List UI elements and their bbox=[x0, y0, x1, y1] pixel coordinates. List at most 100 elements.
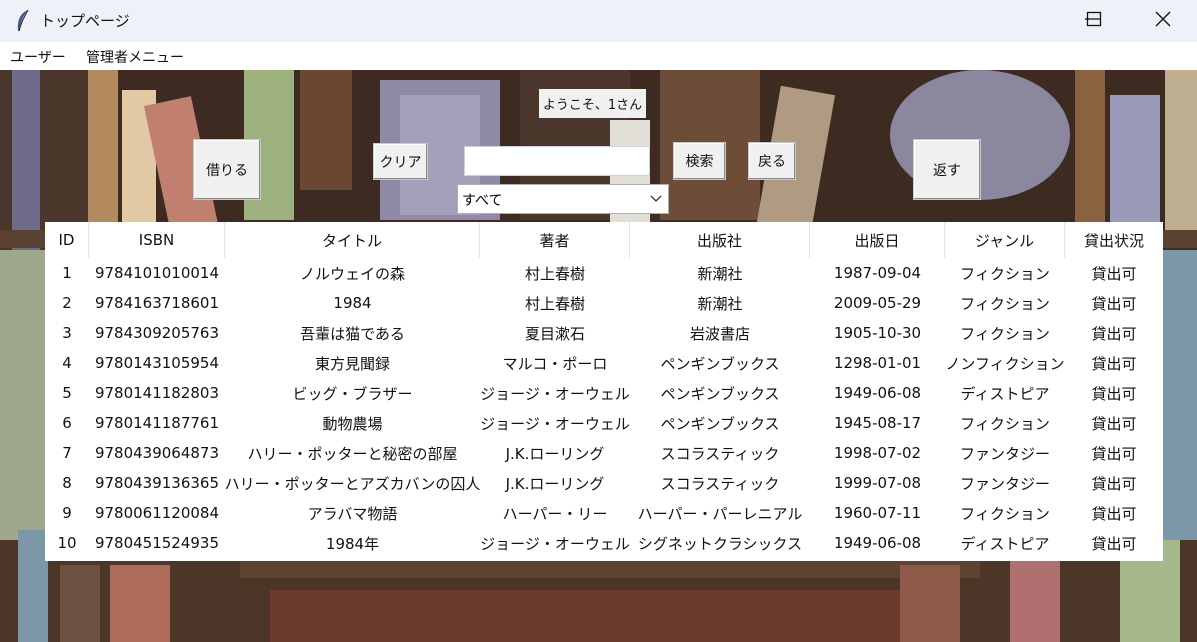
table-row[interactable]: 5 9780141182803 ビッグ・ブラザー ジョージ・オーウェル ペンギンブックス… bbox=[45, 378, 1163, 408]
column-header-date[interactable]: 出版日 bbox=[810, 222, 945, 258]
column-header-id[interactable]: ID bbox=[45, 222, 89, 258]
table-cell: 9 bbox=[62, 504, 72, 522]
table-cell: ジョージ・オーウェル bbox=[480, 534, 630, 553]
search-button[interactable]: 検索 bbox=[673, 142, 726, 180]
table-row[interactable]: 7 9780439064873 ハリー・ポッターと秘密の部屋 J.K.ローリング スコラ… bbox=[45, 438, 1163, 468]
table-cell: フィクション bbox=[960, 324, 1050, 343]
table-cell: 東方見聞録 bbox=[314, 354, 390, 373]
table-cell: 村上春樹 bbox=[524, 264, 585, 283]
table-cell: 10 bbox=[57, 534, 77, 552]
column-header-genre[interactable]: ジャンル bbox=[945, 222, 1065, 258]
table-cell: 4 bbox=[62, 354, 72, 372]
table-cell: スコラスティック bbox=[660, 444, 780, 463]
table-row[interactable]: 3 9784309205763 吾輩は猫である 夏目漱石 岩波書店 1905-10-30 フ… bbox=[45, 318, 1163, 348]
maximize-button[interactable] bbox=[1066, 0, 1136, 38]
table-cell: ディストピア bbox=[960, 534, 1050, 553]
table-cell: 貸出可 bbox=[1091, 414, 1137, 433]
welcome-label: ようこそ、1さん bbox=[539, 89, 646, 118]
table-cell: 1960-07-11 bbox=[833, 504, 922, 522]
column-header-status[interactable]: 貸出状況 bbox=[1065, 222, 1163, 258]
column-header-publisher[interactable]: 出版社 bbox=[630, 222, 810, 258]
filter-selected: すべて bbox=[462, 193, 503, 209]
table-cell: 貸出可 bbox=[1091, 294, 1137, 313]
borrow-button[interactable]: 借りる bbox=[193, 139, 261, 200]
table-cell: 1949-06-08 bbox=[833, 534, 922, 552]
table-cell: 9780439064873 bbox=[94, 444, 220, 462]
table-cell: J.K.ローリング bbox=[505, 474, 605, 493]
table-cell: 貸出可 bbox=[1091, 264, 1137, 283]
table-cell: 1999-07-08 bbox=[833, 474, 922, 492]
filter-select[interactable]: すべて bbox=[457, 184, 669, 214]
search-input[interactable] bbox=[464, 146, 650, 176]
table-cell: 貸出可 bbox=[1091, 504, 1137, 523]
table-cell: 貸出可 bbox=[1091, 534, 1137, 553]
table-cell: スコラスティック bbox=[660, 474, 780, 493]
table-cell: ペンギンブックス bbox=[660, 414, 780, 433]
menu-bar: ユーザー 管理者メニュー bbox=[0, 42, 1197, 70]
table-row[interactable]: 9 9780061120084 アラバマ物語 ハーパー・リー ハーパー・パーレニアル 19… bbox=[45, 498, 1163, 528]
table-cell: 9780143105954 bbox=[94, 354, 220, 372]
table-cell: 2 bbox=[62, 294, 72, 312]
window-title: トップページ bbox=[40, 12, 130, 30]
table-cell: ディストピア bbox=[960, 384, 1050, 403]
menu-admin[interactable]: 管理者メニュー bbox=[86, 47, 184, 67]
table-cell: 貸出可 bbox=[1091, 324, 1137, 343]
table-cell: 7 bbox=[62, 444, 72, 462]
table-cell: 6 bbox=[62, 414, 72, 432]
table-row[interactable]: 6 9780141187761 動物農場 ジョージ・オーウェル ペンギンブックス 1945… bbox=[45, 408, 1163, 438]
table-cell: マルコ・ポーロ bbox=[502, 354, 608, 373]
close-icon bbox=[1155, 11, 1171, 27]
table-cell: フィクション bbox=[960, 294, 1050, 313]
back-button[interactable]: 戻る bbox=[748, 142, 796, 180]
return-button[interactable]: 返す bbox=[913, 139, 981, 200]
table-cell: 9780141187761 bbox=[94, 414, 220, 432]
table-cell: ファンタジー bbox=[959, 474, 1050, 493]
table-cell: 1945-08-17 bbox=[833, 414, 922, 432]
table-cell: 8 bbox=[62, 474, 72, 492]
table-row[interactable]: 2 9784163718601 1984 村上春樹 新潮社 2009-05-29 フィクショ… bbox=[45, 288, 1163, 318]
table-cell: フィクション bbox=[960, 414, 1050, 433]
table-cell: 貸出可 bbox=[1091, 444, 1137, 463]
column-header-isbn[interactable]: ISBN bbox=[89, 222, 225, 258]
table-cell: フィクション bbox=[960, 264, 1050, 283]
table-cell: 1998-07-02 bbox=[833, 444, 922, 462]
table-cell: ペンギンブックス bbox=[660, 354, 780, 373]
table-cell: 1905-10-30 bbox=[833, 324, 922, 342]
table-row[interactable]: 4 9780143105954 東方見聞録 マルコ・ポーロ ペンギンブックス 1298-0… bbox=[45, 348, 1163, 378]
table-cell: 1 bbox=[62, 264, 72, 282]
table-cell: 9780451524935 bbox=[94, 534, 220, 552]
books-table: ID ISBN タイトル 著者 出版社 出版日 ジャンル 貸出状況 1 97841… bbox=[45, 222, 1163, 561]
column-header-author[interactable]: 著者 bbox=[480, 222, 630, 258]
table-cell: ジョージ・オーウェル bbox=[480, 384, 630, 403]
table-cell: 吾輩は猫である bbox=[300, 324, 405, 343]
table-cell: 岩波書店 bbox=[689, 324, 750, 343]
table-cell: 9784163718601 bbox=[94, 294, 220, 312]
table-cell: 夏目漱石 bbox=[524, 324, 585, 343]
table-cell: 5 bbox=[62, 384, 72, 402]
table-cell: 1987-09-04 bbox=[833, 264, 922, 282]
table-cell: フィクション bbox=[960, 504, 1050, 523]
maximize-icon bbox=[1086, 11, 1102, 27]
table-cell: 貸出可 bbox=[1091, 354, 1137, 373]
table-header: ID ISBN タイトル 著者 出版社 出版日 ジャンル 貸出状況 bbox=[45, 222, 1163, 258]
menu-user[interactable]: ユーザー bbox=[10, 47, 66, 67]
table-row[interactable]: 10 9780451524935 1984年 ジョージ・オーウェル シグネットクラシック… bbox=[45, 528, 1163, 558]
table-cell: 新潮社 bbox=[697, 294, 743, 313]
table-row[interactable]: 8 9780439136365 ハリー・ポッターとアズカバンの囚人 J.K.ローリング… bbox=[45, 468, 1163, 498]
table-cell: 9784101010014 bbox=[94, 264, 220, 282]
table-cell: 9780141182803 bbox=[94, 384, 220, 402]
table-cell: 9784309205763 bbox=[94, 324, 220, 342]
table-cell: ファンタジー bbox=[959, 444, 1050, 463]
table-cell: ハーパー・パーレニアル bbox=[637, 504, 803, 523]
table-cell: ハリー・ポッターと秘密の部屋 bbox=[247, 444, 458, 463]
close-button[interactable] bbox=[1128, 0, 1197, 38]
chevron-down-icon bbox=[650, 195, 662, 202]
table-cell: 1949-06-08 bbox=[833, 384, 922, 402]
table-cell: 貸出可 bbox=[1091, 384, 1137, 403]
table-cell: ノルウェイの森 bbox=[299, 264, 405, 283]
table-cell: 動物農場 bbox=[322, 414, 383, 433]
table-cell: ハリー・ポッターとアズカバンの囚人 bbox=[225, 474, 480, 493]
column-header-title[interactable]: タイトル bbox=[225, 222, 480, 258]
clear-button[interactable]: クリア bbox=[373, 143, 428, 180]
table-row[interactable]: 1 9784101010014 ノルウェイの森 村上春樹 新潮社 1987-09-04 フィ… bbox=[45, 258, 1163, 288]
